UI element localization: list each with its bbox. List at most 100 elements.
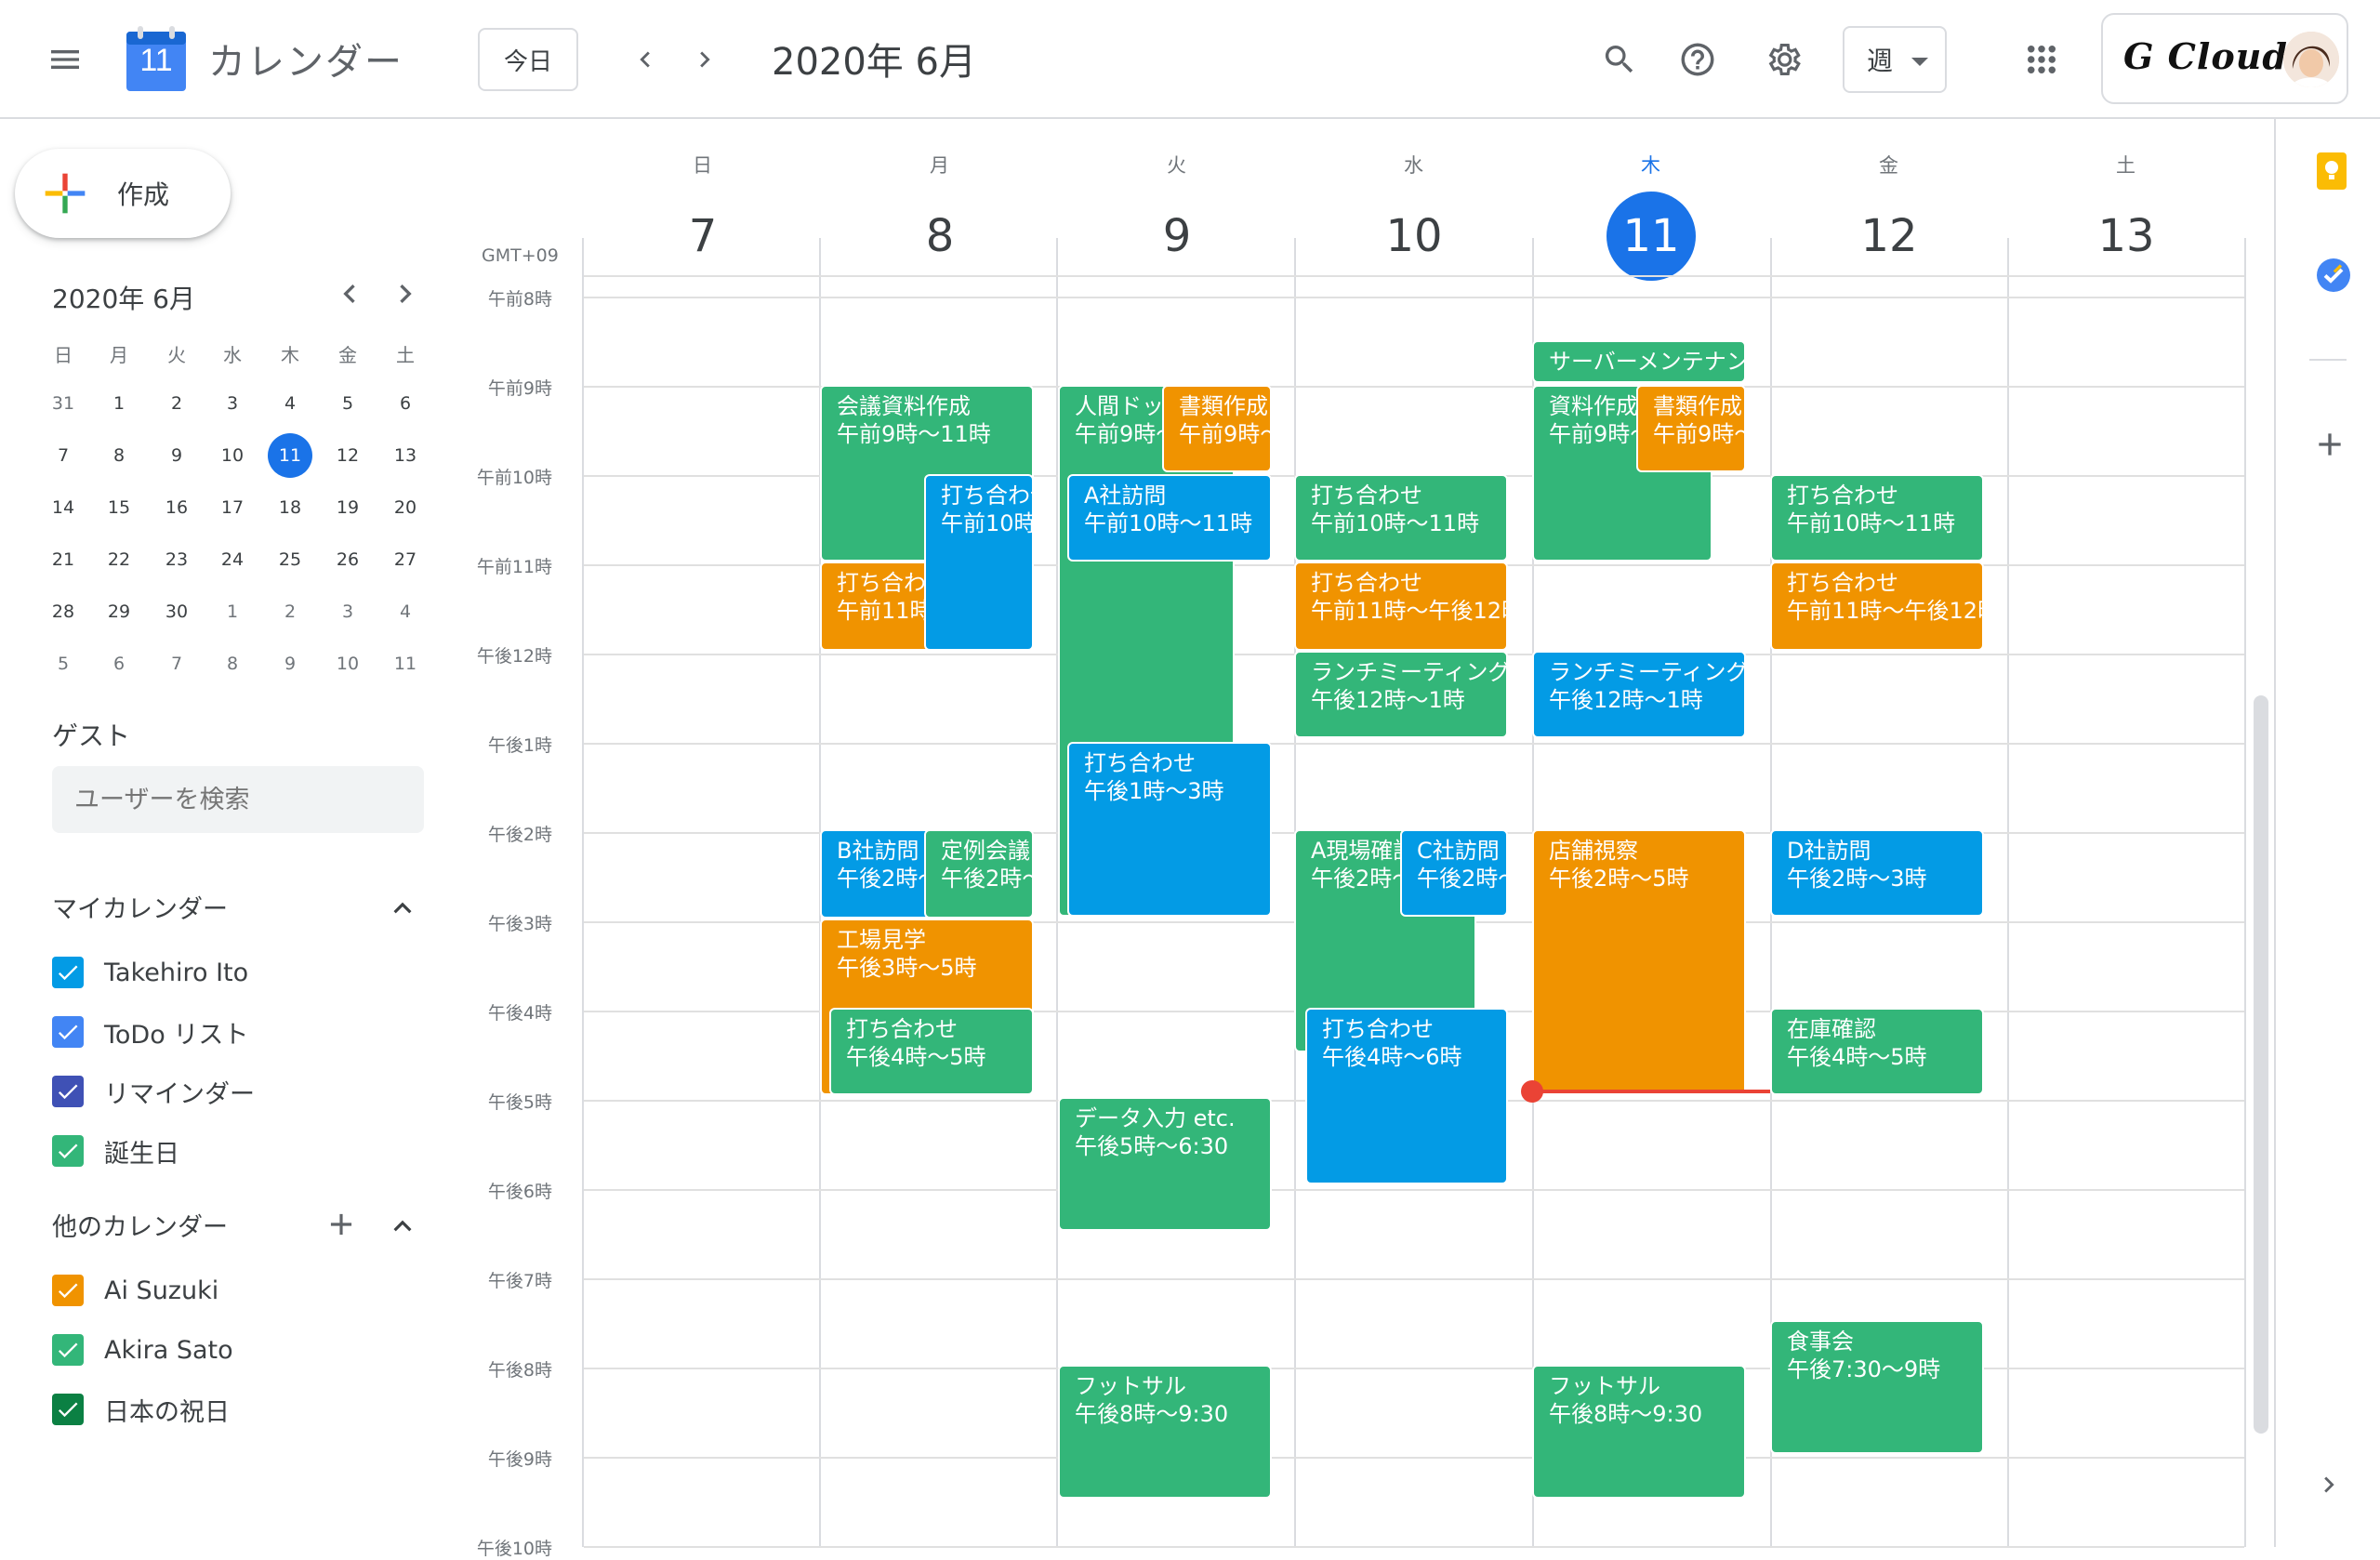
mini-day-cell[interactable]: 27: [383, 537, 428, 582]
guest-search-input[interactable]: [52, 766, 424, 833]
calendar-event[interactable]: B社訪問 午後2時〜: [820, 829, 932, 919]
calendar-item[interactable]: リマインダー: [52, 1069, 255, 1114]
calendar-checkbox[interactable]: [52, 1334, 84, 1366]
mini-day-cell[interactable]: 22: [97, 537, 141, 582]
mini-day-cell[interactable]: 23: [154, 537, 199, 582]
calendar-event[interactable]: ランチミーティング 午後12時〜1時: [1532, 651, 1746, 738]
calendar-event[interactable]: 店舗視察 午後2時〜5時: [1532, 829, 1746, 1095]
help-icon[interactable]: [1664, 26, 1731, 93]
mini-day-cell[interactable]: 1: [97, 381, 141, 426]
mini-day-cell[interactable]: 2: [154, 381, 199, 426]
mini-day-cell[interactable]: 7: [154, 641, 199, 686]
calendar-checkbox[interactable]: [52, 1275, 84, 1306]
mini-day-cell[interactable]: 25: [268, 537, 312, 582]
grid-scrollbar[interactable]: [2254, 695, 2268, 1434]
day-number[interactable]: 13: [2082, 192, 2171, 281]
calendar-event[interactable]: 食事会 午後7:30〜9時: [1770, 1320, 1984, 1454]
collapse-my-calendars-icon[interactable]: [385, 891, 420, 926]
calendar-event[interactable]: 打ち合わせ 午前11時〜午後12時: [1770, 562, 1984, 651]
mini-day-cell[interactable]: 29: [97, 589, 141, 634]
calendar-event[interactable]: 打ち合わせ午前10時: [924, 474, 1034, 651]
mini-day-cell[interactable]: 6: [97, 641, 141, 686]
mini-day-cell[interactable]: 5: [325, 381, 370, 426]
user-avatar[interactable]: [2283, 32, 2339, 87]
calendar-event[interactable]: A社訪問 午前10時〜11時: [1067, 474, 1272, 562]
mini-day-cell[interactable]: 26: [325, 537, 370, 582]
calendar-item[interactable]: Takehiro Ito: [52, 950, 248, 995]
calendar-item[interactable]: Ai Suzuki: [52, 1268, 218, 1313]
calendar-checkbox[interactable]: [52, 1135, 84, 1167]
mini-day-cell[interactable]: 12: [325, 433, 370, 478]
calendar-event[interactable]: 打ち合わせ午前11時: [820, 562, 932, 651]
calendar-checkbox[interactable]: [52, 1394, 84, 1425]
view-switcher-dropdown[interactable]: 週: [1843, 26, 1947, 93]
mini-day-cell[interactable]: 6: [383, 381, 428, 426]
mini-day-cell[interactable]: 18: [268, 485, 312, 530]
day-number[interactable]: 9: [1132, 192, 1222, 281]
mini-day-cell[interactable]: 21: [41, 537, 86, 582]
calendar-event[interactable]: C社訪問午後2時〜: [1400, 829, 1508, 917]
mini-day-cell[interactable]: 14: [41, 485, 86, 530]
add-other-calendar-icon[interactable]: [324, 1207, 359, 1242]
calendar-checkbox[interactable]: [52, 1016, 84, 1048]
mini-day-cell[interactable]: 8: [210, 641, 255, 686]
calendar-event[interactable]: 打ち合わせ 午前10時〜11時: [1770, 474, 1984, 562]
mini-day-cell[interactable]: 9: [268, 641, 312, 686]
mini-day-cell[interactable]: 10: [325, 641, 370, 686]
mini-day-cell[interactable]: 1: [210, 589, 255, 634]
mini-day-cell[interactable]: 16: [154, 485, 199, 530]
keep-icon[interactable]: [2315, 152, 2348, 190]
mini-calendar-next-icon[interactable]: [387, 275, 424, 312]
mini-day-cell[interactable]: 3: [210, 381, 255, 426]
calendar-event[interactable]: 打ち合わせ 午後1時〜3時: [1067, 742, 1272, 917]
collapse-other-calendars-icon[interactable]: [385, 1209, 420, 1244]
mini-day-cell[interactable]: 2: [268, 589, 312, 634]
calendar-item[interactable]: ToDo リスト: [52, 1010, 248, 1054]
calendar-event[interactable]: データ入力 etc. 午後5時〜6:30: [1058, 1097, 1272, 1231]
calendar-event[interactable]: D社訪問 午後2時〜3時: [1770, 829, 1984, 917]
previous-week-icon[interactable]: [612, 26, 679, 93]
calendar-item[interactable]: Akira Sato: [52, 1328, 233, 1372]
calendar-event[interactable]: ランチミーティング 午後12時〜1時: [1294, 651, 1508, 738]
day-number[interactable]: 7: [658, 192, 747, 281]
calendar-event[interactable]: 打ち合わせ 午前10時〜11時: [1294, 474, 1508, 562]
mini-day-cell[interactable]: 15: [97, 485, 141, 530]
mini-day-cell[interactable]: 20: [383, 485, 428, 530]
mini-day-cell[interactable]: 11: [383, 641, 428, 686]
google-apps-grid-icon[interactable]: [2008, 26, 2075, 93]
search-icon[interactable]: [1586, 26, 1653, 93]
calendar-event[interactable]: 在庫確認 午後4時〜5時: [1770, 1008, 1984, 1095]
mini-day-cell[interactable]: 31: [41, 381, 86, 426]
main-menu-icon[interactable]: [32, 26, 99, 93]
mini-day-cell[interactable]: 8: [97, 433, 141, 478]
calendar-event[interactable]: 定例会議午後2時〜: [924, 829, 1034, 919]
next-week-icon[interactable]: [671, 26, 738, 93]
calendar-item[interactable]: 誕生日: [52, 1129, 179, 1173]
day-number[interactable]: 10: [1369, 192, 1459, 281]
mini-calendar-prev-icon[interactable]: [331, 275, 368, 312]
calendar-event[interactable]: フットサル 午後8時〜9:30: [1532, 1365, 1746, 1499]
mini-day-cell[interactable]: 28: [41, 589, 86, 634]
calendar-event[interactable]: サーバーメンテナンス: [1532, 340, 1746, 383]
calendar-item[interactable]: 日本の祝日: [52, 1387, 230, 1432]
mini-day-cell[interactable]: 30: [154, 589, 199, 634]
day-number[interactable]: 8: [895, 192, 985, 281]
calendar-event[interactable]: 書類作成午前9時〜: [1636, 385, 1746, 472]
calendar-checkbox[interactable]: [52, 1076, 84, 1107]
mini-day-cell[interactable]: 10: [210, 433, 255, 478]
calendar-event[interactable]: フットサル 午後8時〜9:30: [1058, 1365, 1272, 1499]
calendar-event[interactable]: 打ち合わせ 午後4時〜5時: [829, 1008, 1034, 1095]
today-button[interactable]: 今日: [478, 28, 578, 91]
mini-day-cell[interactable]: 11: [268, 433, 312, 478]
create-event-button[interactable]: 作成: [15, 149, 231, 238]
mini-day-cell[interactable]: 3: [325, 589, 370, 634]
mini-day-cell[interactable]: 5: [41, 641, 86, 686]
mini-day-cell[interactable]: 7: [41, 433, 86, 478]
settings-gear-icon[interactable]: [1750, 26, 1817, 93]
mini-day-cell[interactable]: 4: [268, 381, 312, 426]
calendar-event[interactable]: 打ち合わせ 午前11時〜午後12時: [1294, 562, 1508, 651]
tasks-icon[interactable]: [2315, 257, 2352, 294]
calendar-event[interactable]: 書類作成午前9時〜: [1162, 385, 1272, 472]
mini-day-cell[interactable]: 4: [383, 589, 428, 634]
account-switcher[interactable]: G Cloud: [2101, 13, 2348, 104]
